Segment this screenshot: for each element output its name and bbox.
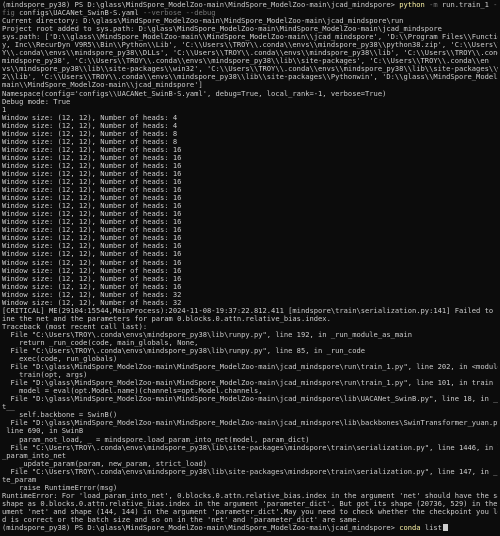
window-size-line: Window size: (12, 12), Number of heads: … (2, 226, 182, 235)
text-cursor (442, 524, 448, 532)
error-line: [CRITICAL] ME(29104:15544,MainProcess):2… (2, 306, 498, 315)
output-line: Y\\.conda\\envs\\mindspore_py38\\DLLs', … (2, 49, 498, 58)
error-line: raise RuntimeError(msg) (2, 483, 118, 492)
output-line: vs\\mindspore_py38\\lib\\site-packages\\… (2, 65, 498, 74)
window-size-line: Window size: (12, 12), Number of heads: … (2, 282, 182, 291)
error-line: File "D:\glass\MindSpore_ModelZoo-main\M… (2, 379, 494, 388)
command-line-1: (mindspore_py38) PS D:\glass\MindSpore_M… (2, 1, 498, 9)
output-line: 2\\lib', 'C:\\Users\\TROY\\.conda\\envs\… (2, 73, 498, 82)
error-line: ument 'net' and shape (144, 144) in the … (2, 507, 498, 516)
header-output: Current directory: D:\glass\MindSpore_Mo… (2, 17, 498, 114)
window-size-line: Window size: (12, 12), Number of heads: … (2, 258, 182, 267)
command-line-2: (mindspore_py38) PS D:\glass\MindSpore_M… (2, 524, 498, 532)
command-flag: --con (493, 1, 498, 9)
command-flag: fig (2, 9, 15, 18)
window-size-line: Window size: (12, 12), Number of heads: … (2, 234, 182, 243)
window-size-line: Window size: (12, 12), Number of heads: … (2, 266, 182, 275)
command-flag: --verbose --debug (138, 9, 216, 18)
error-line: line 690, in SwinB (2, 427, 84, 436)
error-line: File "C:\Users\TROY\.conda\envs\mindspor… (2, 443, 498, 452)
command-args: list (420, 524, 442, 533)
error-line: train(opt, args) (2, 371, 88, 380)
error-line: shape as 0.blocks.0.attn.relative_bias.i… (2, 499, 498, 508)
window-size-line: Window size: (12, 12), Number of heads: … (2, 274, 182, 283)
window-size-line: Window size: (12, 12), Number of heads: … (2, 218, 182, 227)
output-line: Debug mode: True (2, 97, 71, 106)
prompt: (mindspore_py38) PS D:\glass\MindSpore_M… (2, 1, 400, 9)
error-output: [CRITICAL] ME(29104:15544,MainProcess):2… (2, 307, 498, 524)
output-line: Namespace(config='configs\\UACANet_SwinB… (2, 89, 387, 98)
error-line: File "C:\Users\TROY\.conda\envs\mindspor… (2, 467, 498, 476)
window-size-line: Window size: (12, 12), Number of heads: … (2, 121, 178, 130)
window-size-line: Window size: (12, 12), Number of heads: … (2, 250, 182, 259)
window-size-output: Window size: (12, 12), Number of heads: … (2, 114, 498, 307)
error-line: _param_into_net (2, 451, 67, 460)
output-line: 1 (2, 105, 7, 114)
error-line: exec(code, run_globals) (2, 355, 118, 364)
window-size-line: Window size: (12, 12), Number of heads: … (2, 186, 182, 195)
error-line: model = eval(opt.Model.name)(channels=op… (2, 387, 263, 396)
output-line: y, Inc\\RecurDyn V9R5\\Bin\\Python\\Lib'… (2, 41, 498, 50)
window-size-line: Window size: (12, 12), Number of heads: … (2, 153, 182, 162)
error-line: t__ (2, 403, 15, 412)
window-size-line: Window size: (12, 12), Number of heads: … (2, 137, 178, 146)
error-line: File "D:\glass\MindSpore_ModelZoo-main\M… (2, 419, 498, 428)
window-size-line: Window size: (12, 12), Number of heads: … (2, 178, 182, 187)
window-size-line: Window size: (12, 12), Number of heads: … (2, 194, 182, 203)
error-line: param_not_load, _ = mindspore.load_param… (2, 435, 310, 444)
window-size-line: Window size: (12, 12), Number of heads: … (2, 169, 182, 178)
window-size-line: Window size: (12, 12), Number of heads: … (2, 145, 182, 154)
output-line: sys.path: ['D:\\glass\\MindSpore_ModelZo… (2, 33, 498, 42)
prompt: (mindspore_py38) PS D:\glass\MindSpore_M… (2, 524, 400, 533)
window-size-line: Window size: (12, 12), Number of heads: … (2, 202, 182, 211)
window-size-line: Window size: (12, 12), Number of heads: … (2, 290, 182, 299)
error-line: return _run_code(code, main_globals, Non… (2, 338, 199, 347)
error-line: File "C:\Users\TROY\.conda\envs\mindspor… (2, 330, 412, 339)
error-line: self.backbone = SwinB() (2, 411, 118, 420)
command-program: conda (399, 524, 421, 533)
window-size-line: Window size: (12, 12), Number of heads: … (2, 210, 182, 219)
error-line: RuntimeError: For 'load_param_into_net',… (2, 491, 498, 500)
output-line: Project root added to sys.path: D:\glass… (2, 25, 442, 34)
error-line: File "C:\Users\TROY\.conda\envs\mindspor… (2, 347, 366, 356)
window-size-line: Window size: (12, 12), Number of heads: … (2, 113, 178, 122)
output-line: Current directory: D:\glass\MindSpore_Mo… (2, 17, 404, 26)
error-line: Traceback (most recent call last): (2, 322, 148, 331)
output-line: main\\MindSpore_ModelZoo-main\\jcad_mind… (2, 81, 203, 90)
window-size-line: Window size: (12, 12), Number of heads: … (2, 161, 182, 170)
error-line: File "D:\glass\MindSpore_ModelZoo-main\M… (2, 363, 498, 372)
command-arg: configs\UACANet_SwinB-S.yaml (14, 9, 139, 18)
error-line: File "D:\glass\MindSpore_ModelZoo-main\M… (2, 395, 498, 404)
error-line: ine the net and the parameters for param… (2, 314, 331, 323)
error-line: _update_param(param, new_param, strict_l… (2, 459, 207, 468)
error-line: d is correct or the batch size and so on… (2, 516, 361, 524)
command-module: run.train_1 (441, 1, 489, 9)
command-line-1-wrap: fig configs\UACANet_SwinB-S.yaml --verbo… (2, 9, 498, 17)
command-flag: -m (424, 1, 442, 9)
window-size-line: Window size: (12, 12), Number of heads: … (2, 242, 182, 251)
error-line: te_param (2, 475, 37, 484)
output-line: mindspore_py38', 'C:\\Users\\TROY\\.cond… (2, 57, 489, 66)
window-size-line: Window size: (12, 12), Number of heads: … (2, 129, 178, 138)
window-size-line: Window size: (12, 12), Number of heads: … (2, 298, 182, 307)
command-program: python (399, 1, 425, 9)
terminal-window[interactable]: (mindspore_py38) PS D:\glass\MindSpore_M… (0, 0, 500, 536)
